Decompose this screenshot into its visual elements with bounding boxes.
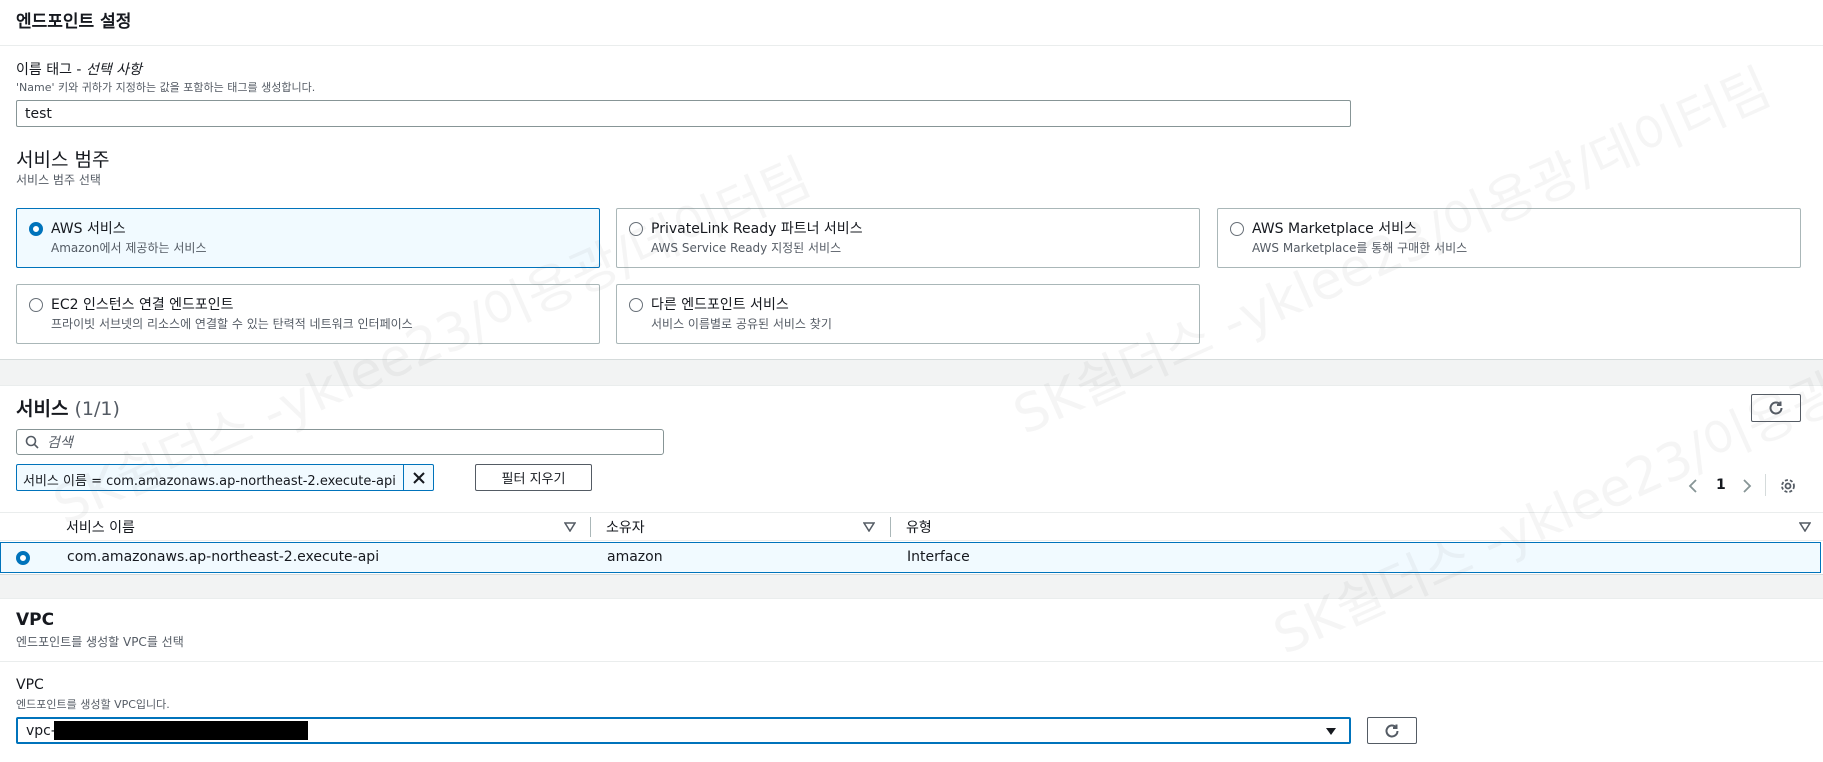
cell-owner: amazon — [607, 549, 663, 565]
vpc-subtitle: 엔드포인트를 생성할 VPC를 선택 — [16, 635, 184, 649]
name-tag-optional: 선택 사항 — [85, 62, 142, 78]
vpc-select-value-prefix: vpc- — [26, 722, 56, 739]
refresh-icon — [1385, 724, 1399, 737]
vpc-field-description: 엔드포인트를 생성할 VPC입니다. — [16, 698, 170, 711]
category-card-title: AWS Marketplace 서비스 — [1252, 221, 1417, 237]
service-category-title: 서비스 범주 — [16, 149, 110, 171]
row-select-radio[interactable] — [16, 551, 30, 565]
refresh-icon — [1769, 401, 1783, 415]
name-tag-label: 이름 태그 - 선택 사항 — [16, 59, 142, 79]
category-card-aws-services[interactable]: AWS 서비스 Amazon에서 제공하는 서비스 — [16, 208, 600, 268]
chevron-right-icon[interactable] — [1741, 478, 1753, 494]
category-card-desc: 서비스 이름별로 공유된 서비스 찾기 — [651, 317, 832, 331]
cell-type: Interface — [907, 549, 970, 565]
category-card-desc: AWS Marketplace를 통해 구매한 서비스 — [1252, 241, 1468, 255]
service-category-subtitle: 서비스 범주 선택 — [16, 173, 101, 187]
category-card-other-endpoint-services[interactable]: 다른 엔드포인트 서비스 서비스 이름별로 공유된 서비스 찾기 — [616, 284, 1200, 344]
sort-icon[interactable] — [564, 522, 576, 532]
filter-token-dismiss[interactable] — [403, 465, 433, 490]
search-icon — [25, 435, 39, 449]
name-tag-label-text: 이름 태그 - — [16, 62, 86, 78]
category-card-aws-marketplace[interactable]: AWS Marketplace 서비스 AWS Marketplace를 통해 … — [1217, 208, 1801, 268]
services-search-input[interactable]: 검색 — [16, 429, 664, 455]
table-header: 서비스 이름 소유자 유형 — [0, 512, 1823, 541]
x-icon — [412, 471, 425, 484]
category-card-desc: 프라이빗 서브넷의 리소스에 연결할 수 있는 탄력적 네트워크 인터페이스 — [51, 317, 413, 331]
radio-ec2-instance-connect[interactable] — [29, 298, 43, 312]
vpc-select[interactable]: vpc- — [16, 717, 1351, 744]
endpoint-settings-title: 엔드포인트 설정 — [16, 12, 132, 32]
radio-aws-marketplace[interactable] — [1230, 222, 1244, 236]
pagination-separator — [1765, 474, 1766, 496]
vpc-title: VPC — [16, 610, 55, 630]
chevron-left-icon[interactable] — [1687, 478, 1699, 494]
radio-aws-services[interactable] — [29, 222, 43, 236]
services-count: (1/1) — [74, 398, 120, 420]
name-tag-input[interactable]: test — [16, 100, 1351, 127]
column-header-type[interactable]: 유형 — [906, 517, 932, 537]
refresh-vpc-button[interactable] — [1367, 717, 1417, 744]
vpc-field-label: VPC — [16, 677, 44, 693]
table-row[interactable]: com.amazonaws.ap-northeast-2.execute-api… — [0, 542, 1821, 573]
cell-service-name: com.amazonaws.ap-northeast-2.execute-api — [67, 549, 380, 565]
divider — [0, 661, 1823, 662]
gear-icon[interactable] — [1779, 477, 1797, 495]
category-card-title: 다른 엔드포인트 서비스 — [651, 297, 789, 313]
filter-token: 서비스 이름 = com.amazonaws.ap-northeast-2.ex… — [16, 464, 434, 491]
name-tag-input-value: test — [25, 105, 52, 122]
category-card-desc: Amazon에서 제공하는 서비스 — [51, 241, 207, 255]
category-card-title: AWS 서비스 — [51, 221, 126, 237]
column-header-service-name[interactable]: 서비스 이름 — [66, 517, 135, 537]
page-number[interactable]: 1 — [1716, 477, 1726, 493]
sort-icon[interactable] — [863, 522, 875, 532]
sort-icon[interactable] — [1799, 522, 1811, 532]
search-placeholder: 검색 — [47, 435, 73, 451]
services-title: 서비스 (1/1) — [16, 394, 120, 421]
radio-other-endpoint-services[interactable] — [629, 298, 643, 312]
category-card-ec2-instance-connect[interactable]: EC2 인스턴스 연결 엔드포인트 프라이빗 서브넷의 리소스에 연결할 수 있… — [16, 284, 600, 344]
filter-token-label: 서비스 이름 = com.amazonaws.ap-northeast-2.ex… — [23, 474, 396, 489]
caret-down-icon — [1326, 728, 1336, 735]
column-header-owner[interactable]: 소유자 — [606, 517, 645, 537]
category-card-privatelink-ready[interactable]: PrivateLink Ready 파트너 서비스 AWS Service Re… — [616, 208, 1200, 268]
vpc-id-redacted — [53, 721, 308, 740]
services-title-text: 서비스 — [16, 398, 69, 420]
category-card-desc: AWS Service Ready 지정된 서비스 — [651, 241, 842, 255]
category-card-title: PrivateLink Ready 파트너 서비스 — [651, 221, 863, 237]
radio-privatelink-ready[interactable] — [629, 222, 643, 236]
clear-filters-button[interactable]: 필터 지우기 — [475, 464, 592, 491]
refresh-services-button[interactable] — [1751, 394, 1801, 422]
column-separator[interactable] — [590, 517, 591, 537]
divider — [0, 45, 1823, 46]
category-card-title: EC2 인스턴스 연결 엔드포인트 — [51, 297, 234, 313]
column-separator[interactable] — [890, 517, 891, 537]
name-tag-description: 'Name' 키와 귀하가 지정하는 값을 포함하는 태그를 생성합니다. — [16, 81, 316, 94]
